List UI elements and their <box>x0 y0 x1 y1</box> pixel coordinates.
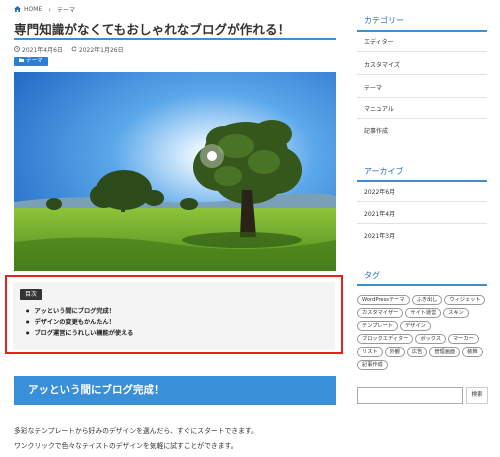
page-title: 専門知識がなくてもおしゃれなブログが作れる！ <box>14 22 291 37</box>
clock-icon <box>14 45 20 54</box>
home-icon <box>14 5 21 14</box>
archive-link[interactable]: 2021年3月 <box>357 231 487 240</box>
body-paragraph-line: ワンクリックで色々なテイストのデザインを気軽に試すことができます。 <box>14 442 238 450</box>
category-link[interactable]: テーマ <box>357 83 487 92</box>
published-date: 2021年4月6日 <box>22 47 63 54</box>
tag-link[interactable]: マーカー <box>447 334 479 344</box>
archive-link[interactable]: 2022年6月 <box>357 187 487 196</box>
refresh-icon <box>71 45 77 54</box>
category-link[interactable]: カスタマイズ <box>357 60 487 69</box>
archive-link[interactable]: 2021年4月 <box>357 209 487 218</box>
divider <box>357 97 487 98</box>
category-link[interactable]: 記事作成 <box>357 126 487 135</box>
folder-icon <box>19 57 24 66</box>
category-badge[interactable]: テーマ <box>14 57 48 66</box>
search-button[interactable]: 検索 <box>466 387 488 404</box>
widget-title-underline <box>357 284 487 286</box>
tag-link[interactable]: リスト <box>357 347 383 357</box>
tag-link[interactable]: サイト運営 <box>405 308 442 318</box>
toc-item[interactable]: アッという間にブログ完成！ <box>26 305 133 316</box>
divider <box>357 118 487 119</box>
toc-label: 目次 <box>20 289 43 300</box>
breadcrumb: HOME › テーマ <box>14 5 75 14</box>
tag-link[interactable]: デザイン <box>399 321 431 331</box>
divider <box>357 51 487 52</box>
tag-link[interactable]: 広告 <box>406 347 428 357</box>
tags-widget-title: タグ <box>364 271 380 280</box>
tag-link[interactable]: ボックス <box>415 334 446 344</box>
tag-link[interactable]: WordPressテーマ <box>357 295 410 305</box>
categories-widget-title: カテゴリー <box>364 16 404 25</box>
tag-link[interactable]: カスタマイザー <box>357 308 404 318</box>
category-badge-label: テーマ <box>26 58 43 64</box>
divider <box>357 74 487 75</box>
tag-link[interactable]: スキン <box>443 308 469 318</box>
divider <box>357 223 487 224</box>
tag-link[interactable]: ブロックエディター <box>357 334 414 344</box>
tag-link[interactable]: 記事作成 <box>357 360 388 370</box>
breadcrumb-home-link[interactable]: HOME <box>24 6 42 13</box>
toc-list: アッという間にブログ完成！ デザインの変更もかんたん！ ブログ運営にうれしい機能… <box>26 305 134 338</box>
archive-widget-title: アーカイブ <box>364 167 404 176</box>
table-of-contents: 目次 アッという間にブログ完成！ デザインの変更もかんたん！ ブログ運営にうれし… <box>13 282 335 350</box>
updated-date: 2022年1月26日 <box>78 47 124 54</box>
tag-link[interactable]: 管理画面 <box>429 347 461 357</box>
category-link[interactable]: エディター <box>357 37 487 46</box>
widget-title-underline <box>357 30 487 32</box>
tag-link[interactable]: ウィジェット <box>444 295 486 305</box>
tag-cloud: WordPressテーマ ふき出し ウィジェット カスタマイザー サイト運営 ス… <box>357 295 487 370</box>
toc-item[interactable]: ブログ運営にうれしい機能が使える <box>26 327 134 338</box>
breadcrumb-current[interactable]: テーマ <box>57 5 75 14</box>
tag-link[interactable]: 装飾 <box>462 347 483 357</box>
tag-link[interactable]: 外観 <box>384 347 405 357</box>
search-input[interactable] <box>357 387 463 404</box>
section-heading: アッという間にブログ完成！ <box>14 376 336 405</box>
tag-link[interactable]: テンプレート <box>357 321 398 331</box>
body-paragraph-line: 多彩なテンプレートから好みのデザインを選んだら、すぐにスタートできます。 <box>14 427 258 435</box>
chevron-right-icon: › <box>48 5 52 14</box>
widget-title-underline <box>357 180 487 182</box>
tag-link[interactable]: ふき出し <box>411 295 443 305</box>
divider <box>357 201 487 202</box>
title-underline <box>14 38 336 40</box>
featured-image <box>14 72 336 271</box>
category-link[interactable]: マニュアル <box>357 104 487 113</box>
post-dates: 2021年4月6日 2022年1月26日 <box>14 45 124 54</box>
toc-item[interactable]: デザインの変更もかんたん！ <box>26 316 133 327</box>
